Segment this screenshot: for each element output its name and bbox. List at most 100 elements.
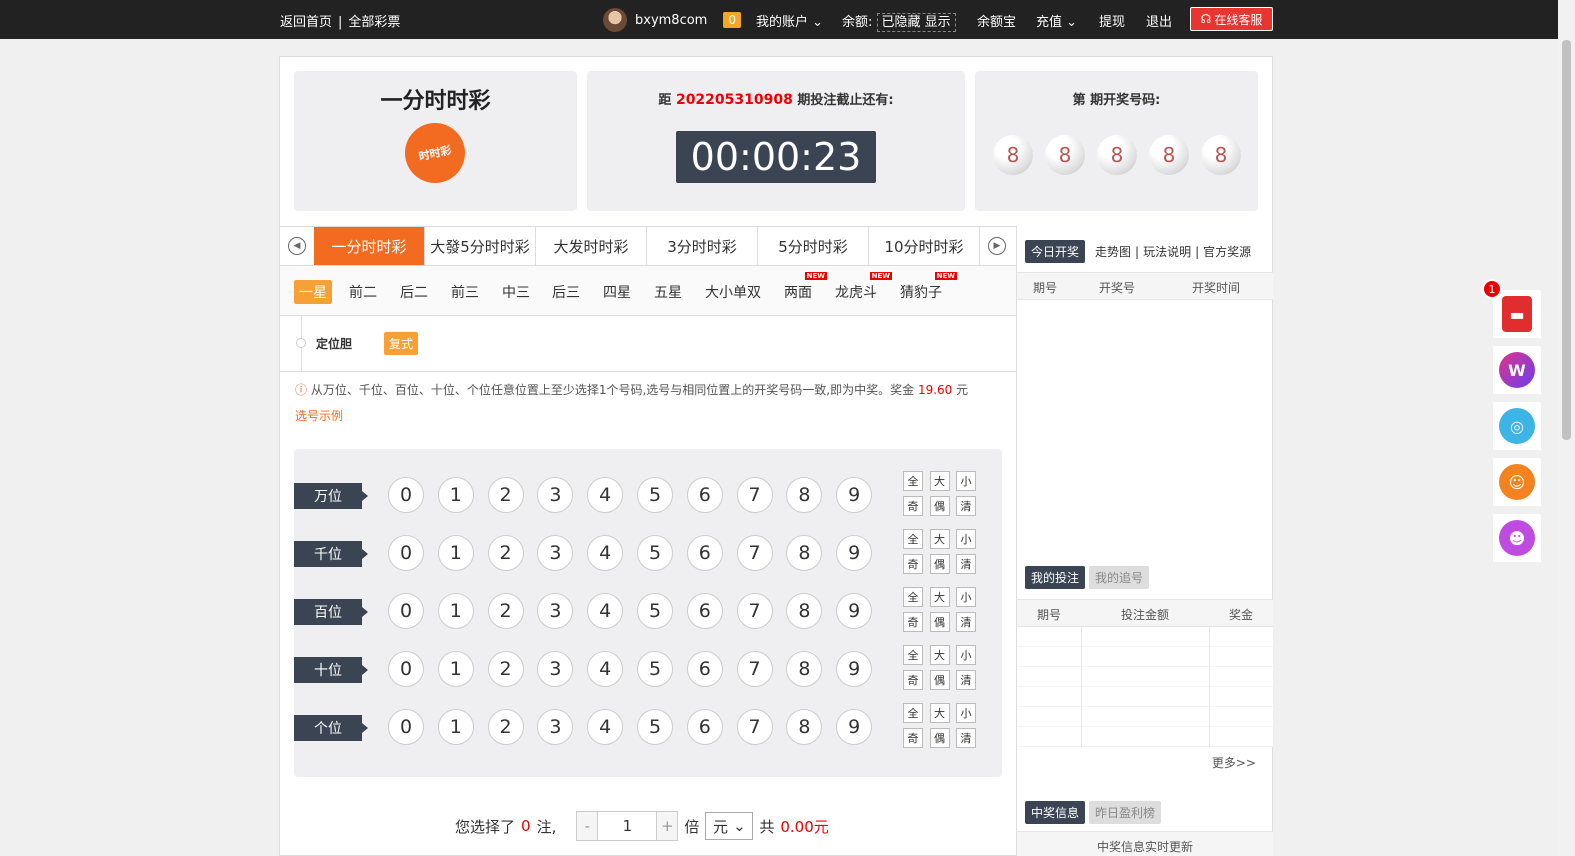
- digit-button[interactable]: 8: [786, 535, 823, 571]
- digit-button[interactable]: 7: [736, 477, 773, 513]
- digit-button[interactable]: 9: [836, 593, 873, 629]
- digit-button[interactable]: 7: [736, 709, 773, 745]
- example-link[interactable]: 选号示例: [295, 403, 995, 429]
- quick-select-button[interactable]: 全: [903, 645, 923, 665]
- subtab[interactable]: 大小单双: [700, 280, 766, 304]
- digit-button[interactable]: 4: [587, 709, 624, 745]
- digit-button[interactable]: 3: [537, 651, 574, 687]
- tabs-next-button[interactable]: ▶: [980, 227, 1014, 265]
- digit-button[interactable]: 6: [686, 477, 723, 513]
- subtab[interactable]: 后三: [547, 280, 585, 304]
- quick-select-button[interactable]: 小: [956, 471, 976, 491]
- subtab[interactable]: 前二: [344, 280, 382, 304]
- rules-link[interactable]: 玩法说明: [1143, 243, 1191, 260]
- digit-button[interactable]: 2: [487, 709, 524, 745]
- scrollbar[interactable]: [1558, 0, 1575, 856]
- digit-button[interactable]: 4: [587, 535, 624, 571]
- quick-select-button[interactable]: 奇: [903, 554, 923, 574]
- tab-win-info[interactable]: 中奖信息: [1025, 801, 1086, 824]
- quick-select-button[interactable]: 偶: [929, 728, 950, 748]
- digit-button[interactable]: 1: [437, 593, 474, 629]
- quick-select-button[interactable]: 清: [956, 728, 976, 748]
- subtab-leopard[interactable]: 猜豹子 NEW: [895, 272, 957, 304]
- digit-button[interactable]: 8: [786, 477, 823, 513]
- more-link[interactable]: 更多>>: [1212, 754, 1256, 771]
- chat-app-button[interactable]: ◎: [1493, 402, 1541, 450]
- withdraw-link[interactable]: 提现: [1099, 11, 1125, 30]
- quick-select-button[interactable]: 大: [929, 471, 950, 491]
- official-link[interactable]: 官方奖源: [1203, 243, 1251, 260]
- balance-toggle[interactable]: 已隐藏 显示: [876, 13, 956, 32]
- digit-button[interactable]: 8: [786, 651, 823, 687]
- plus-button[interactable]: +: [657, 812, 678, 840]
- digit-button[interactable]: 4: [587, 477, 624, 513]
- tabs-prev-button[interactable]: ◀: [280, 227, 314, 265]
- quick-select-button[interactable]: 偶: [929, 670, 950, 690]
- subtab[interactable]: 一星: [294, 280, 332, 304]
- tab-my-chase[interactable]: 我的追号: [1089, 566, 1150, 589]
- digit-button[interactable]: 6: [686, 593, 723, 629]
- quick-select-button[interactable]: 全: [903, 587, 923, 607]
- digit-button[interactable]: 5: [637, 535, 673, 571]
- digit-button[interactable]: 7: [736, 651, 773, 687]
- digit-button[interactable]: 1: [437, 651, 474, 687]
- customer-service-button[interactable]: ☺: [1493, 458, 1541, 506]
- digit-button[interactable]: 7: [736, 535, 773, 571]
- digit-button[interactable]: 6: [686, 651, 723, 687]
- message-badge[interactable]: 0: [723, 12, 741, 28]
- quick-select-button[interactable]: 奇: [903, 496, 923, 516]
- digit-button[interactable]: 3: [537, 535, 574, 571]
- quick-select-button[interactable]: 偶: [929, 554, 950, 574]
- tab-game[interactable]: 大發5分时时彩: [425, 227, 536, 265]
- digit-button[interactable]: 6: [686, 709, 723, 745]
- digit-button[interactable]: 5: [637, 593, 673, 629]
- quick-select-button[interactable]: 清: [956, 612, 976, 632]
- digit-button[interactable]: 0: [388, 593, 424, 629]
- tab-game[interactable]: 3分时时彩: [647, 227, 758, 265]
- online-service-button[interactable]: ☊ 在线客服: [1190, 7, 1273, 31]
- quick-select-button[interactable]: 奇: [903, 612, 923, 632]
- digit-button[interactable]: 9: [836, 651, 873, 687]
- digit-button[interactable]: 8: [786, 593, 823, 629]
- quick-select-button[interactable]: 大: [929, 529, 950, 549]
- avatar[interactable]: [603, 8, 627, 32]
- digit-button[interactable]: 7: [736, 593, 773, 629]
- quick-select-button[interactable]: 大: [929, 587, 950, 607]
- quick-select-button[interactable]: 全: [903, 703, 923, 723]
- tab-game[interactable]: 一分时时彩: [314, 227, 425, 265]
- quick-select-button[interactable]: 清: [956, 670, 976, 690]
- tab-yesterday-ranking[interactable]: 昨日盈利榜: [1089, 801, 1162, 824]
- quick-select-button[interactable]: 小: [956, 587, 976, 607]
- digit-button[interactable]: 0: [388, 651, 424, 687]
- subtab[interactable]: 前三: [446, 280, 484, 304]
- digit-button[interactable]: 2: [487, 593, 524, 629]
- digit-button[interactable]: 5: [637, 651, 673, 687]
- quick-select-button[interactable]: 小: [956, 529, 976, 549]
- quick-select-button[interactable]: 小: [956, 703, 976, 723]
- tab-my-bets[interactable]: 我的投注: [1025, 566, 1086, 589]
- subtab[interactable]: 四星: [598, 280, 636, 304]
- red-packet-button[interactable]: ▬ 1: [1482, 279, 1541, 338]
- multiplier-input[interactable]: 1: [597, 812, 658, 840]
- tab-game[interactable]: 10分时时彩: [869, 227, 980, 265]
- subtab-two-sides[interactable]: 两面 NEW: [779, 272, 827, 304]
- quick-select-button[interactable]: 偶: [929, 612, 950, 632]
- digit-button[interactable]: 0: [388, 477, 424, 513]
- quick-select-button[interactable]: 奇: [903, 728, 923, 748]
- digit-button[interactable]: 5: [637, 709, 673, 745]
- digit-button[interactable]: 2: [487, 535, 524, 571]
- logout-link[interactable]: 退出: [1146, 11, 1172, 30]
- quick-select-button[interactable]: 小: [956, 645, 976, 665]
- digit-button[interactable]: 4: [587, 651, 624, 687]
- digit-button[interactable]: 0: [388, 709, 424, 745]
- tab-game[interactable]: 5分时时彩: [758, 227, 869, 265]
- tab-today-draw[interactable]: 今日开奖: [1025, 240, 1086, 263]
- subtab[interactable]: 中三: [497, 280, 535, 304]
- digit-button[interactable]: 0: [388, 535, 424, 571]
- minus-button[interactable]: -: [577, 812, 598, 840]
- digit-button[interactable]: 9: [836, 477, 873, 513]
- digit-button[interactable]: 3: [537, 477, 574, 513]
- recharge-menu[interactable]: 充值 ⌄: [1036, 11, 1077, 30]
- quick-select-button[interactable]: 偶: [929, 496, 950, 516]
- yuebao-link[interactable]: 余额宝: [977, 11, 1016, 30]
